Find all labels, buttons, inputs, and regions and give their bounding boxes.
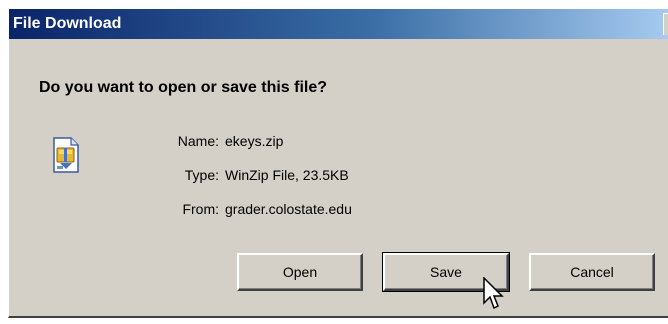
file-download-dialog: File Download Do you want to open or sav… — [8, 8, 668, 318]
type-label: Type: — [184, 167, 219, 183]
type-value: WinZip File, 23.5KB — [225, 167, 349, 183]
mouse-pointer-icon — [483, 276, 507, 313]
open-button-label: Open — [282, 264, 318, 280]
save-button-label: Save — [430, 264, 462, 280]
zip-file-icon — [45, 135, 85, 175]
cancel-button[interactable]: Cancel — [529, 253, 655, 291]
name-value: ekeys.zip — [225, 133, 284, 149]
cancel-button-label: Cancel — [570, 264, 614, 280]
from-label: From: — [182, 201, 219, 217]
title-button-edge[interactable] — [663, 13, 668, 35]
dialog-question: Do you want to open or save this file? — [39, 79, 328, 96]
from-value: grader.colostate.edu — [225, 201, 352, 217]
window-title: File Download — [13, 15, 122, 32]
name-label: Name: — [177, 133, 219, 149]
open-button[interactable]: Open — [237, 253, 363, 291]
title-bar[interactable]: File Download — [9, 9, 668, 39]
